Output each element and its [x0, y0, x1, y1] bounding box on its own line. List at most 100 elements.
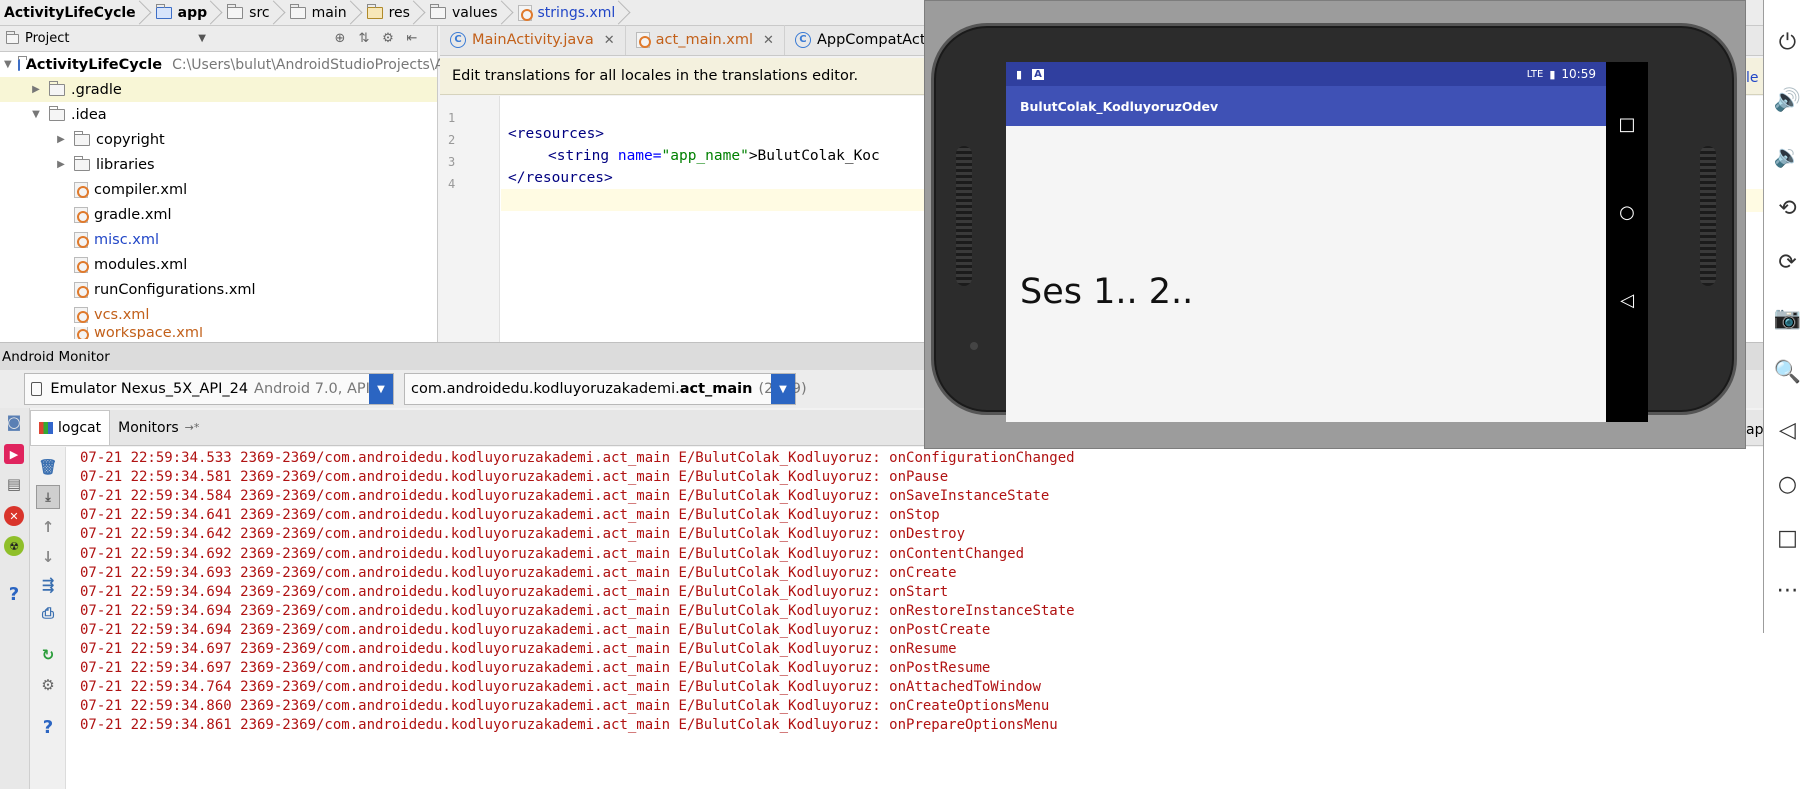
clear-logcat-icon[interactable]: 🗑: [38, 457, 58, 477]
tree-item[interactable]: modules.xml: [0, 252, 437, 277]
soft-wrap-icon[interactable]: ⇶: [38, 575, 58, 595]
rotate-right-icon[interactable]: ⟳: [1764, 250, 1810, 275]
logcat-output[interactable]: 07-21 22:59:34.533 2369-2369/com.android…: [66, 447, 1810, 789]
tree-item[interactable]: compiler.xml: [0, 177, 437, 202]
tree-item[interactable]: vcs.xml: [0, 302, 437, 327]
tree-item[interactable]: ▶ copyright: [0, 127, 437, 152]
code-line-2: <string name="app_name">BulutColak_Koc: [548, 148, 880, 164]
class-icon: C: [450, 32, 466, 48]
sd-card-icon: ▮: [1016, 67, 1023, 81]
speaker-grille-left: [956, 146, 972, 286]
back-icon[interactable]: ◁: [1606, 290, 1648, 311]
recents-icon[interactable]: □: [1606, 114, 1648, 135]
xml-file-icon: [635, 32, 651, 48]
tab-logcat[interactable]: logcat: [30, 410, 111, 445]
project-folder-icon: [17, 55, 27, 71]
help-icon[interactable]: ?: [38, 717, 58, 738]
tree-item[interactable]: ▼ ActivityLifeCycle C:\Users\bulut\Android…: [0, 52, 452, 77]
print-icon[interactable]: ⎙: [38, 603, 58, 623]
tree-item[interactable]: gradle.xml: [0, 202, 437, 227]
chevron-down-icon[interactable]: ▼: [771, 374, 795, 404]
logcat-line: 07-21 22:59:34.861 2369-2369/com.android…: [80, 717, 1058, 734]
folder-icon: [74, 155, 90, 171]
up-arrow-icon[interactable]: ↑: [38, 517, 58, 537]
home-icon[interactable]: ○: [1764, 472, 1810, 497]
code-line-3: </resources>: [508, 170, 613, 186]
tree-item[interactable]: runConfigurations.xml: [0, 277, 437, 302]
volume-down-icon[interactable]: 🔉: [1764, 144, 1810, 169]
breadcrumb-item-src[interactable]: src: [223, 0, 275, 26]
device-screen[interactable]: ▮ A LTE ▮ 10:59 BulutColak_KodluyoruzOde…: [1006, 62, 1606, 422]
project-view-selector[interactable]: Project ▼: [6, 29, 206, 49]
rotate-left-icon[interactable]: ⟲: [1764, 196, 1810, 221]
project-view-label: Project: [25, 31, 70, 46]
home-icon[interactable]: ○: [1606, 202, 1648, 223]
zoom-icon[interactable]: 🔍: [1764, 360, 1810, 385]
logcat-line: 07-21 22:59:34.581 2369-2369/com.android…: [80, 469, 949, 486]
network-icon: LTE: [1526, 68, 1544, 80]
tab-mainactivity-java[interactable]: C MainActivity.java ✕: [440, 25, 626, 55]
tree-item[interactable]: ▼ .idea: [0, 102, 437, 127]
editor-link-fragment[interactable]: le: [1746, 70, 1759, 86]
hide-panel-icon[interactable]: ⇤: [404, 31, 420, 47]
res-folder-icon: [366, 3, 383, 19]
restart-icon[interactable]: ↻: [38, 645, 58, 665]
collapse-all-icon[interactable]: ⇅: [356, 31, 372, 47]
breadcrumb-label: strings.xml: [537, 4, 616, 21]
breadcrumb-item-values[interactable]: values: [426, 0, 504, 26]
gear-icon[interactable]: ⚙: [38, 675, 58, 695]
locate-icon[interactable]: ⊕: [332, 31, 348, 47]
screenshot-icon[interactable]: ◙: [4, 412, 24, 432]
breadcrumb-item-project[interactable]: ActivityLifeCycle: [0, 0, 142, 26]
system-info-icon[interactable]: ▤: [4, 474, 24, 494]
folder-icon: [49, 105, 65, 121]
breadcrumb-item-main[interactable]: main: [286, 0, 353, 26]
back-icon[interactable]: ◁: [1764, 418, 1810, 443]
expand-arrow-icon[interactable]: ▼: [4, 59, 12, 70]
process-selector[interactable]: com.androidedu.kodluyoruzakademi. act_mai…: [404, 373, 807, 405]
scroll-to-end-icon[interactable]: ⤓: [36, 485, 60, 509]
close-icon[interactable]: ✕: [763, 33, 774, 48]
terminate-icon[interactable]: ✕: [4, 506, 24, 526]
folder-icon: [74, 130, 90, 146]
tree-item-label: misc.xml: [94, 231, 160, 248]
speaker-grille-right: [1700, 146, 1716, 286]
tree-item-label: vcs.xml: [94, 306, 150, 323]
current-line-highlight-fragment: [1746, 192, 1763, 212]
collapse-arrow-icon[interactable]: ▶: [54, 134, 68, 145]
down-arrow-icon[interactable]: ↓: [38, 547, 58, 567]
tab-monitors[interactable]: Monitors →*: [110, 410, 207, 445]
logcat-line: 07-21 22:59:34.697 2369-2369/com.android…: [80, 641, 957, 657]
layout-inspector-icon[interactable]: ☢: [4, 536, 24, 556]
gear-icon[interactable]: ⚙: [380, 31, 396, 47]
tree-item[interactable]: workspace.xml: [0, 327, 437, 339]
main-textview: Ses 1.. 2..: [1020, 272, 1194, 312]
volume-up-icon[interactable]: 🔊: [1764, 88, 1810, 113]
overview-icon[interactable]: □: [1764, 526, 1810, 551]
help-icon[interactable]: ?: [4, 584, 24, 605]
module-folder-icon: [155, 3, 172, 19]
tree-item-label: copyright: [96, 131, 165, 148]
camera-icon[interactable]: 📷: [1764, 306, 1810, 331]
tab-act-main-xml[interactable]: act_main.xml ✕: [626, 25, 785, 55]
tree-item-label: runConfigurations.xml: [94, 281, 256, 298]
breadcrumb-item-strings-xml[interactable]: strings.xml: [514, 0, 622, 26]
tree-item[interactable]: ▶ libraries: [0, 152, 437, 177]
breadcrumb-item-res[interactable]: res: [363, 0, 416, 26]
tree-item[interactable]: ▶ .gradle: [0, 77, 437, 102]
collapse-arrow-icon[interactable]: ▶: [29, 84, 43, 95]
close-icon[interactable]: ✕: [604, 33, 615, 48]
tree-item[interactable]: misc.xml: [0, 227, 437, 252]
device-selector[interactable]: Emulator Nexus_5X_API_24 Android 7.0, AP…: [24, 373, 394, 405]
chevron-down-icon[interactable]: ▼: [369, 374, 393, 404]
expand-arrow-icon[interactable]: ▼: [29, 109, 43, 120]
power-icon[interactable]: ⏻: [1764, 30, 1810, 55]
tree-item-label: gradle.xml: [94, 206, 172, 223]
device-name: Emulator Nexus_5X_API_24: [50, 381, 249, 397]
tab-label: Monitors: [118, 419, 179, 436]
record-video-icon[interactable]: ▶: [4, 444, 24, 464]
collapse-arrow-icon[interactable]: ▶: [54, 159, 68, 170]
process-package: com.androidedu.kodluyoruzakademi.: [411, 381, 680, 397]
more-icon[interactable]: ⋯: [1764, 578, 1810, 603]
breadcrumb-item-app[interactable]: app: [152, 0, 214, 26]
